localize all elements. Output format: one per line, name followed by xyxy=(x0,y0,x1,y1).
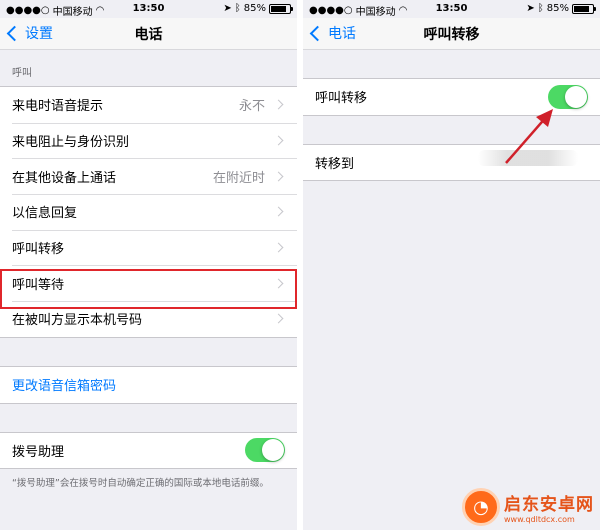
row-announce-calls[interactable]: 来电时语音提示 永不 xyxy=(0,87,297,123)
row-label: 来电阻止与身份识别 xyxy=(12,135,130,151)
page-title: 呼叫转移 xyxy=(423,27,480,43)
status-right: ➤ ᛒ 85% xyxy=(223,3,293,14)
toggle-knob xyxy=(262,439,284,462)
bluetooth-icon: ᛒ xyxy=(234,3,241,14)
row-calls-other-devices[interactable]: 在其他设备上通话 在附近时 xyxy=(0,158,297,195)
row-label: 在其他设备上通话 xyxy=(12,170,117,186)
row-label: 以信息回复 xyxy=(12,206,78,222)
page-title: 电话 xyxy=(134,27,163,43)
chevron-right-icon xyxy=(273,135,284,146)
bluetooth-icon: ᛒ xyxy=(537,3,544,14)
status-right: ➤ ᛒ 85% xyxy=(526,3,596,14)
navigation-bar: 电话 呼叫转移 xyxy=(303,18,600,50)
battery-percent: 85% xyxy=(243,3,266,14)
chevron-right-icon xyxy=(273,206,284,217)
dial-assist-toggle[interactable] xyxy=(245,438,285,463)
dial-assist-footnote: “拨号助理”会在拨号时自动确定正确的国际或本地电话前缀。 xyxy=(12,478,269,490)
watermark-logo-icon: ◔ xyxy=(462,488,500,526)
dial-assist-list: 拨号助理 xyxy=(0,431,297,470)
chevron-right-icon xyxy=(273,171,284,182)
row-label: 来电时语音提示 xyxy=(12,99,104,115)
row-value: 在附近时 xyxy=(212,170,265,186)
section-header: 呼叫 xyxy=(12,68,32,79)
chevron-right-icon xyxy=(273,242,284,253)
voicemail-list: 更改语音信箱密码 xyxy=(0,365,297,404)
chevron-right-icon xyxy=(273,99,284,110)
row-respond-with-text[interactable]: 以信息回复 xyxy=(0,194,297,230)
row-call-forwarding[interactable]: 呼叫转移 xyxy=(0,229,297,266)
location-icon: ➤ xyxy=(526,3,535,14)
row-label: 在被叫方显示本机号码 xyxy=(12,313,143,329)
row-call-blocking[interactable]: 来电阻止与身份识别 xyxy=(0,122,297,159)
battery-icon xyxy=(269,3,293,14)
toggle-knob xyxy=(565,85,587,108)
red-arrow-annotation xyxy=(505,109,553,164)
battery-icon xyxy=(572,3,596,14)
call-waiting-highlight-box xyxy=(0,269,297,309)
battery-percent: 85% xyxy=(546,3,569,14)
phone-settings-screen: ●●●●○ 中国移动 ◠ 13:50 ➤ ᛒ 85% 设置 电话 呼叫 来电时语… xyxy=(0,0,297,530)
watermark: ◔ 启东安卓网 www.qdltdcx.com xyxy=(462,488,594,526)
watermark-name: 启东安卓网 xyxy=(504,495,594,515)
watermark-url: www.qdltdcx.com xyxy=(504,515,575,524)
change-voicemail-password-link[interactable]: 更改语音信箱密码 xyxy=(0,366,297,403)
row-label: 拨号助理 xyxy=(12,444,65,460)
status-bar: ●●●●○ 中国移动 ◠ 13:50 ➤ ᛒ 85% xyxy=(303,0,600,18)
call-forwarding-screen: ●●●●○ 中国移动 ◠ 13:50 ➤ ᛒ 85% 电话 呼叫转移 呼叫转移 xyxy=(303,0,600,530)
row-label: 呼叫转移 xyxy=(315,91,368,107)
row-label: 呼叫转移 xyxy=(12,242,65,258)
row-label: 更改语音信箱密码 xyxy=(12,379,117,395)
row-value: 永不 xyxy=(238,99,265,115)
location-icon: ➤ xyxy=(223,3,232,14)
row-dial-assist: 拨号助理 xyxy=(0,432,297,469)
status-bar: ●●●●○ 中国移动 ◠ 13:50 ➤ ᛒ 85% xyxy=(0,0,297,18)
chevron-right-icon xyxy=(273,314,284,324)
navigation-bar: 设置 电话 xyxy=(0,18,297,50)
